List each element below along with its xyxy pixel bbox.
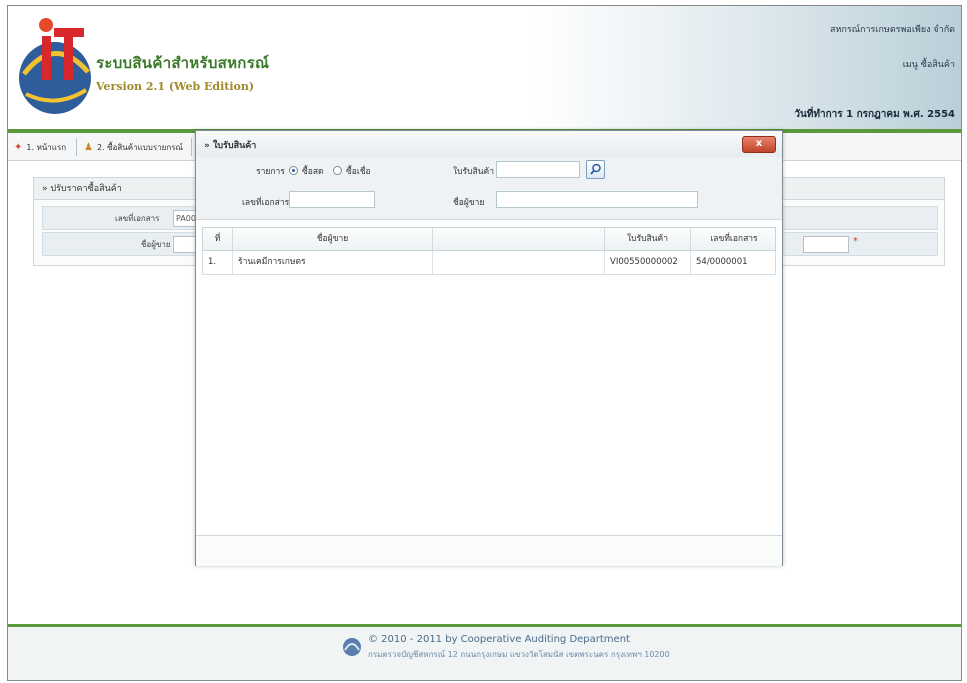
- radio-cash[interactable]: [289, 166, 298, 175]
- app-version: Version 2.1 (Web Edition): [96, 80, 255, 93]
- home-icon: ✦: [14, 141, 23, 153]
- col-header-doc-no: เลขที่เอกสาร: [710, 234, 758, 244]
- working-date: วันที่ทำการ 1 กรกฎาคม พ.ศ. 2554: [794, 109, 955, 120]
- radio-credit[interactable]: [333, 166, 342, 175]
- receipt-label: ใบรับสินค้า: [453, 167, 494, 177]
- dialog-titlebar: » ใบรับสินค้า x: [196, 131, 782, 158]
- table-row[interactable]: 1. ร้านเคมีการเกษตร VI00550000002 54/000…: [202, 251, 776, 275]
- dialog-doc-no-label: เลขที่เอกสาร: [242, 198, 290, 208]
- dialog-doc-no-input[interactable]: [289, 191, 375, 208]
- receipt-input[interactable]: [496, 161, 580, 178]
- user-icon: ♟: [84, 141, 93, 153]
- dialog-seller-label: ชื่อผู้ขาย: [453, 198, 485, 208]
- dialog-title: » ใบรับสินค้า: [204, 141, 257, 151]
- tab-home-label: 1. หน้าแรก: [26, 142, 67, 152]
- dialog-seller-input[interactable]: [496, 191, 698, 208]
- header-banner: ระบบสินค้าสำหรับสหกรณ์ Version 2.1 (Web …: [8, 6, 961, 129]
- close-button[interactable]: x: [742, 136, 776, 153]
- tab-purchase[interactable]: ♟ 2. ซื้อสินค้าแบบรายกรณ์: [84, 138, 183, 156]
- tab-separator: [191, 138, 192, 156]
- radio-cash-label: ซื้อสด: [302, 167, 324, 177]
- results-table-body: [202, 275, 776, 535]
- radio-credit-label: ซื้อเชื่อ: [346, 167, 371, 177]
- cell-seller: ร้านเคมีการเกษตร: [233, 251, 433, 274]
- list-type-label: รายการ: [256, 167, 285, 177]
- seller-extra-field[interactable]: [803, 236, 849, 253]
- footer-copyright: © 2010 - 2011 by Cooperative Auditing De…: [368, 634, 630, 645]
- results-table-header: ที่ ชื่อผู้ขาย ใบรับสินค้า เลขที่เอกสาร: [202, 227, 776, 251]
- search-button[interactable]: [586, 160, 605, 179]
- tab-home[interactable]: ✦ 1. หน้าแรก: [14, 138, 66, 156]
- coop-name: สหกรณ์การเกษตรพอเพียง จำกัด: [829, 25, 955, 35]
- footer-address: กรมตรวจบัญชีสหกรณ์ 12 ถนนกรุงเกษม แขวงวั…: [368, 650, 670, 659]
- col-header-seller: ชื่อผู้ขาย: [233, 228, 433, 250]
- cell-no: 1.: [203, 251, 233, 274]
- app-title: ระบบสินค้าสำหรับสหกรณ์: [96, 54, 270, 72]
- department-emblem-icon: [343, 638, 361, 656]
- col-header-blank: [433, 228, 605, 250]
- tab-separator: [76, 138, 77, 156]
- cell-doc-no: 54/0000001: [696, 257, 748, 267]
- cell-blank: [433, 251, 605, 274]
- current-menu-label: เมนู ซื้อสินค้า: [902, 60, 955, 70]
- tab-purchase-label: 2. ซื้อสินค้าแบบรายกรณ์: [96, 142, 183, 152]
- col-header-no: ที่: [203, 228, 233, 250]
- col-header-receipt: ใบรับสินค้า: [605, 228, 691, 250]
- seller-label: ชื่อผู้ขาย: [141, 240, 171, 249]
- receipt-dialog: » ใบรับสินค้า x รายการ ซื้อสด ซื้อเชื่อ …: [195, 130, 783, 566]
- doc-no-label: เลขที่เอกสาร: [115, 214, 160, 223]
- it-logo-icon: [19, 18, 91, 114]
- dialog-footer: [196, 535, 782, 566]
- close-icon: x: [755, 138, 763, 149]
- cell-receipt: VI00550000002: [605, 251, 691, 274]
- search-icon: [590, 163, 601, 175]
- search-form: รายการ ซื้อสด ซื้อเชื่อ ใบรับสินค้า เลขท…: [196, 157, 782, 220]
- required-mark: *: [853, 236, 858, 247]
